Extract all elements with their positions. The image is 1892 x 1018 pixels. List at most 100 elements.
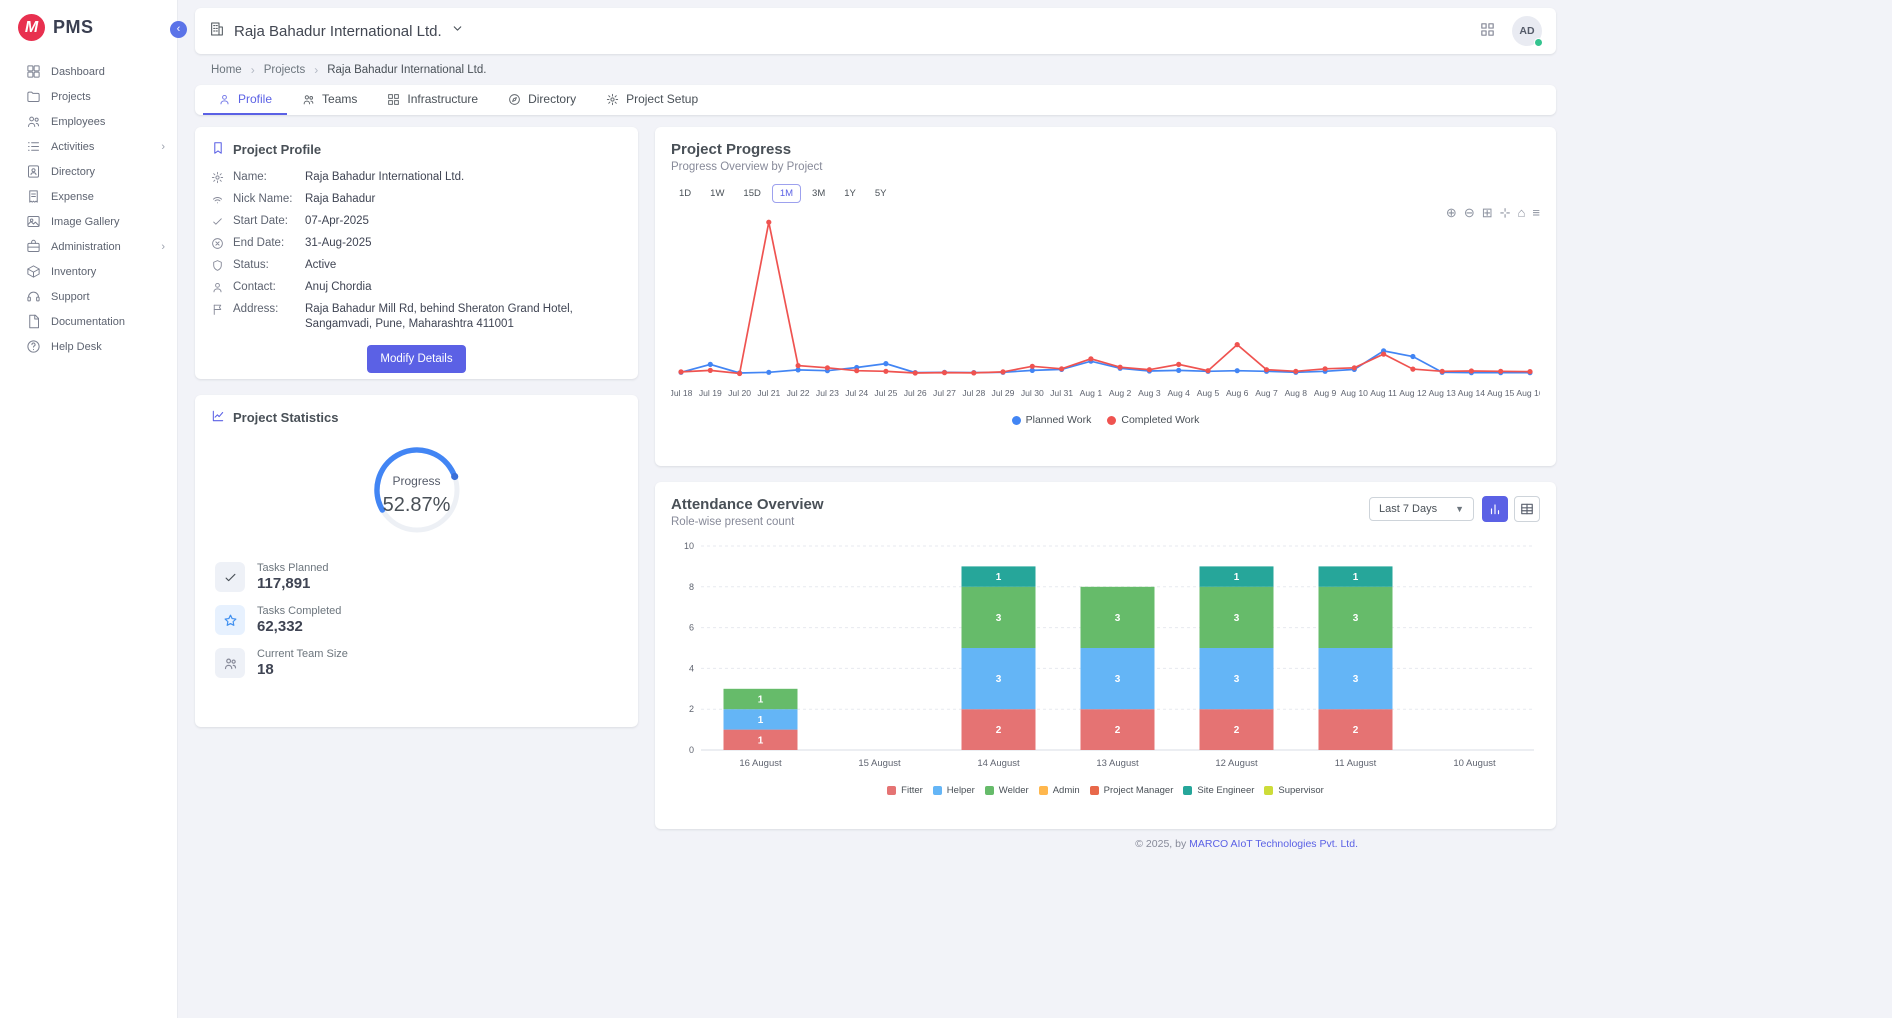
sidebar-collapse-button[interactable]: ‹ [170, 21, 187, 38]
legend-item-project-manager[interactable]: Project Manager [1090, 785, 1174, 796]
tab-infrastructure[interactable]: Infrastructure [372, 85, 493, 115]
view-toggle-bar-chart-icon[interactable] [1482, 496, 1508, 522]
svg-text:13 August: 13 August [1096, 758, 1139, 769]
attendance-overview-card: Attendance Overview Role-wise present co… [655, 482, 1556, 829]
online-status-dot [1534, 38, 1543, 47]
sidebar-item-label: Dashboard [51, 66, 105, 78]
sidebar-item-documentation[interactable]: Documentation [0, 309, 177, 334]
sidebar-item-dashboard[interactable]: Dashboard [0, 59, 177, 84]
sidebar-item-image-gallery[interactable]: Image Gallery [0, 209, 177, 234]
chevron-right-icon: › [161, 241, 165, 253]
range-button-1m[interactable]: 1M [772, 184, 801, 203]
field-label: Nick Name: [233, 192, 296, 207]
range-button-1d[interactable]: 1D [671, 184, 699, 203]
dashboard-icon [26, 64, 41, 79]
attendance-subtitle: Role-wise present count [671, 516, 824, 528]
svg-text:8: 8 [689, 582, 694, 592]
home-icon[interactable]: ⌂ [1518, 205, 1526, 221]
sidebar-item-support[interactable]: Support [0, 284, 177, 309]
app-logo[interactable]: M PMS [0, 0, 177, 51]
project-progress-card: Project Progress Progress Overview by Pr… [655, 127, 1556, 466]
expense-icon [26, 189, 41, 204]
legend-item-planned-work[interactable]: Planned Work [1012, 414, 1092, 426]
svg-text:Aug 4: Aug 4 [1167, 388, 1190, 398]
tab-teams[interactable]: Teams [287, 85, 372, 115]
table-icon [1520, 502, 1534, 516]
tab-label: Infrastructure [407, 92, 478, 106]
svg-text:Aug 2: Aug 2 [1109, 388, 1132, 398]
range-button-1w[interactable]: 1W [702, 184, 732, 203]
date-range-select[interactable]: Last 7 Days ▼ [1369, 497, 1474, 521]
range-selector: 1D1W15D1M3M1Y5Y [671, 184, 1540, 203]
administration-icon [26, 239, 41, 254]
profile-field-name-: Name:Raja Bahadur International Ltd. [211, 170, 622, 185]
sidebar-item-help-desk[interactable]: Help Desk [0, 334, 177, 359]
legend-item-completed-work[interactable]: Completed Work [1107, 414, 1199, 426]
apps-grid-button[interactable] [1479, 21, 1496, 41]
sidebar-item-projects[interactable]: Projects [0, 84, 177, 109]
svg-text:Aug 10: Aug 10 [1341, 388, 1368, 398]
range-button-1y[interactable]: 1Y [836, 184, 864, 203]
profile-field-contact-: Contact:Anuj Chordia [211, 280, 622, 295]
breadcrumb-item-home[interactable]: Home [211, 64, 242, 76]
company-name: Raja Bahadur International Ltd. [234, 23, 442, 40]
attendance-bar-chart[interactable]: 024681016 August11115 August14 August233… [671, 528, 1540, 785]
check-icon [223, 570, 238, 585]
svg-text:Jul 26: Jul 26 [904, 388, 927, 398]
legend-label: Project Manager [1104, 785, 1174, 796]
zoom-out-icon[interactable]: ⊖ [1464, 205, 1475, 221]
pan-icon[interactable]: ⊹ [1500, 205, 1511, 221]
progress-line-chart[interactable]: Jul 18Jul 19Jul 20Jul 21Jul 22Jul 23Jul … [671, 203, 1540, 412]
svg-text:Jul 30: Jul 30 [1021, 388, 1044, 398]
legend-item-site-engineer[interactable]: Site Engineer [1183, 785, 1254, 796]
svg-text:1: 1 [758, 735, 764, 746]
user-avatar[interactable]: AD [1512, 16, 1542, 46]
field-value: Active [305, 258, 336, 273]
sidebar-item-directory[interactable]: Directory [0, 159, 177, 184]
legend-item-helper[interactable]: Helper [933, 785, 975, 796]
sidebar-item-label: Inventory [51, 266, 96, 278]
grid-icon [1479, 21, 1496, 38]
legend-label: Supervisor [1278, 785, 1323, 796]
company-selector[interactable]: Raja Bahadur International Ltd. [209, 21, 464, 42]
tab-project-setup[interactable]: Project Setup [591, 85, 713, 115]
legend-item-admin[interactable]: Admin [1039, 785, 1080, 796]
range-button-15d[interactable]: 15D [735, 184, 768, 203]
svg-text:3: 3 [1234, 674, 1240, 685]
breadcrumb-item-projects[interactable]: Projects [264, 64, 306, 76]
footer-company-link[interactable]: MARCO AIoT Technologies Pvt. Ltd. [1189, 838, 1358, 850]
legend-swatch [1012, 416, 1021, 425]
modify-details-button[interactable]: Modify Details [367, 345, 465, 373]
sidebar-item-administration[interactable]: Administration› [0, 234, 177, 259]
legend-item-welder[interactable]: Welder [985, 785, 1029, 796]
sidebar-item-label: Activities [51, 141, 94, 153]
profile-field-address-: Address:Raja Bahadur Mill Rd, behind She… [211, 302, 622, 332]
sidebar-item-employees[interactable]: Employees [0, 109, 177, 134]
range-button-3m[interactable]: 3M [804, 184, 833, 203]
range-button-5y[interactable]: 5Y [867, 184, 895, 203]
sidebar-item-activities[interactable]: Activities› [0, 134, 177, 159]
tab-directory[interactable]: Directory [493, 85, 591, 115]
menu-icon[interactable]: ≡ [1532, 205, 1540, 221]
field-label: End Date: [233, 236, 296, 251]
flag-icon [211, 303, 224, 316]
sidebar-item-expense[interactable]: Expense [0, 184, 177, 209]
progress-gauge: Progress 52.87% [371, 444, 463, 536]
stat-icon-box [215, 648, 245, 678]
sidebar-item-label: Projects [51, 91, 91, 103]
sidebar-item-label: Support [51, 291, 90, 303]
legend-item-fitter[interactable]: Fitter [887, 785, 923, 796]
stat-label: Current Team Size [257, 648, 348, 660]
view-toggle-table-icon[interactable] [1514, 496, 1540, 522]
zoom-in-icon[interactable]: ⊕ [1446, 205, 1457, 221]
date-range-value: Last 7 Days [1379, 503, 1437, 515]
zoom-select-icon[interactable]: ⊞ [1482, 205, 1493, 221]
svg-text:1: 1 [758, 715, 764, 726]
svg-text:4: 4 [689, 663, 694, 673]
legend-item-supervisor[interactable]: Supervisor [1264, 785, 1323, 796]
star-icon [223, 613, 238, 628]
tab-profile[interactable]: Profile [203, 85, 287, 115]
topbar: Raja Bahadur International Ltd. AD [195, 8, 1556, 54]
attendance-title: Attendance Overview [671, 496, 824, 513]
sidebar-item-inventory[interactable]: Inventory [0, 259, 177, 284]
